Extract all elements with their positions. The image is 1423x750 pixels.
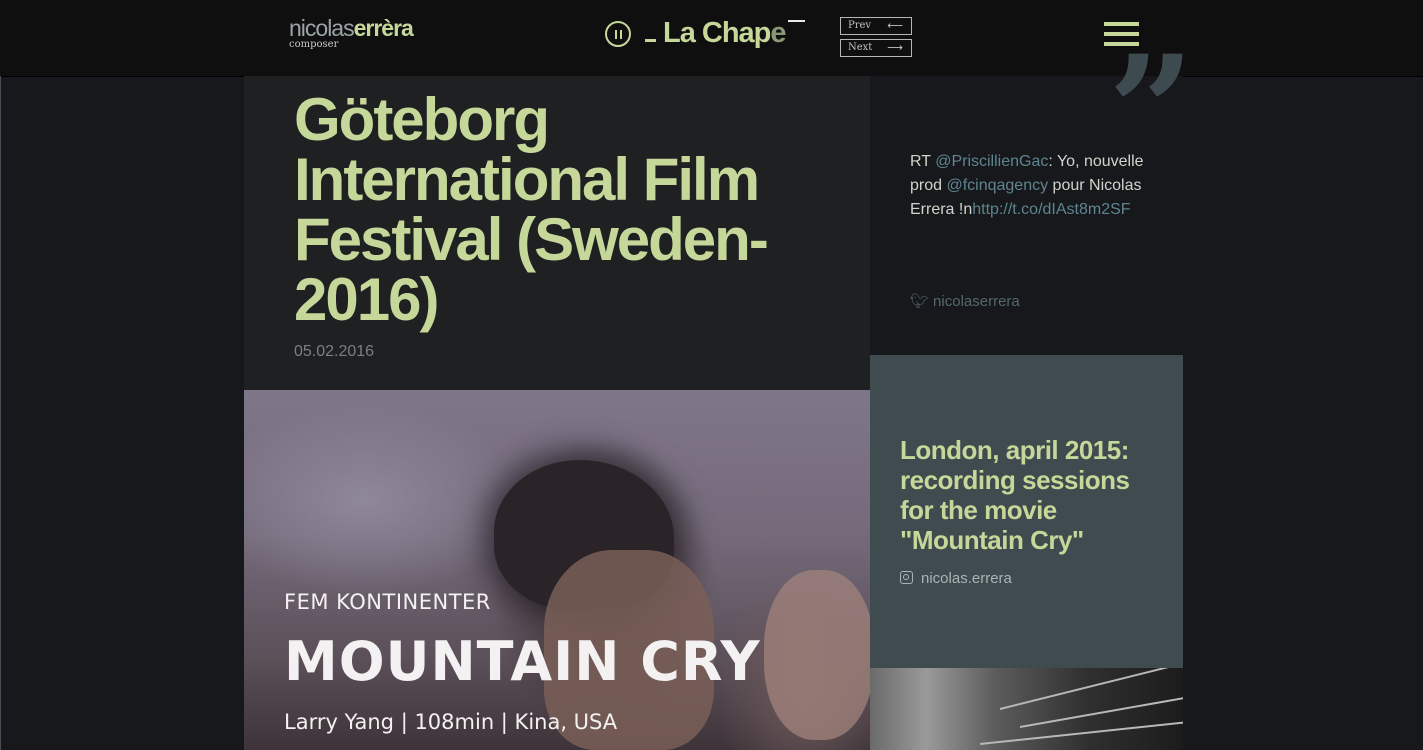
instagram-card[interactable]: London, april 2015: recording sessions f… bbox=[870, 355, 1183, 668]
instagram-handle: nicolas.errera bbox=[921, 570, 1012, 587]
prev-button[interactable]: Prev ⟵ bbox=[840, 17, 912, 35]
page-edge bbox=[0, 76, 1, 750]
instagram-photo-thumbnail[interactable] bbox=[870, 668, 1183, 750]
twitter-handle: nicolaserrera bbox=[933, 293, 1020, 310]
article-header: Göteborg International Film Festival (Sw… bbox=[244, 76, 870, 390]
tweet-mention-link[interactable]: @PriscillienGac bbox=[935, 153, 1048, 170]
article-date: 05.02.2016 bbox=[294, 343, 375, 360]
image-figure-face-second bbox=[764, 570, 870, 740]
next-label: Next bbox=[848, 42, 873, 53]
pause-button[interactable] bbox=[605, 21, 631, 47]
next-button[interactable]: Next ⟶ bbox=[840, 39, 912, 57]
poster-info: Larry Yang | 108min | Kina, USA bbox=[284, 710, 618, 734]
now-playing-track[interactable]: La Chape bbox=[645, 17, 787, 50]
instagram-handle-link[interactable]: nicolas.errera bbox=[900, 570, 1012, 587]
instagram-post-title[interactable]: London, april 2015: recording sessions f… bbox=[900, 435, 1160, 555]
tweet-url-link[interactable]: http://t.co/dIAst8m2SF bbox=[972, 201, 1130, 218]
article-image[interactable]: FEM KONTINENTER MOUNTAIN CRY Larry Yang … bbox=[244, 390, 870, 750]
thumb-detail bbox=[979, 720, 1183, 745]
twitter-handle-link[interactable]: 🐦︎ nicolaserrera bbox=[910, 292, 1020, 310]
twitter-icon: 🐦︎ bbox=[910, 293, 930, 310]
tweet-mention-link[interactable]: @fcinqagency bbox=[946, 177, 1048, 194]
site-logo[interactable]: nicolaserrèra composer bbox=[289, 14, 414, 50]
poster-title: MOUNTAIN CRY bbox=[284, 630, 761, 693]
track-title-fade: e bbox=[770, 17, 786, 49]
arrow-right-icon: ⟶ bbox=[887, 41, 903, 54]
tweet-text: RT @PriscillienGac: Yo, nouvelle prod @f… bbox=[910, 150, 1150, 222]
poster-subtitle: FEM KONTINENTER bbox=[284, 590, 491, 614]
track-dash bbox=[645, 39, 656, 42]
track-title: La Chap bbox=[663, 17, 771, 49]
logo-first-name: nicolas bbox=[289, 15, 355, 41]
site-header: nicolaserrèra composer La Chape Prev ⟵ N… bbox=[0, 0, 1423, 77]
article-title[interactable]: Göteborg International Film Festival (Sw… bbox=[294, 90, 854, 330]
tweet-prefix: RT bbox=[910, 153, 936, 170]
arrow-left-icon: ⟵ bbox=[887, 19, 903, 32]
tweet-card: ” RT @PriscillienGac: Yo, nouvelle prod … bbox=[870, 36, 1194, 355]
pause-icon bbox=[614, 29, 617, 39]
instagram-icon bbox=[900, 571, 913, 584]
track-marker bbox=[788, 20, 805, 22]
prev-label: Prev bbox=[848, 20, 872, 31]
pause-icon-bar bbox=[619, 29, 622, 39]
logo-last-name: errèra bbox=[353, 15, 414, 41]
logo-wordmark: nicolaserrèra bbox=[289, 14, 414, 42]
